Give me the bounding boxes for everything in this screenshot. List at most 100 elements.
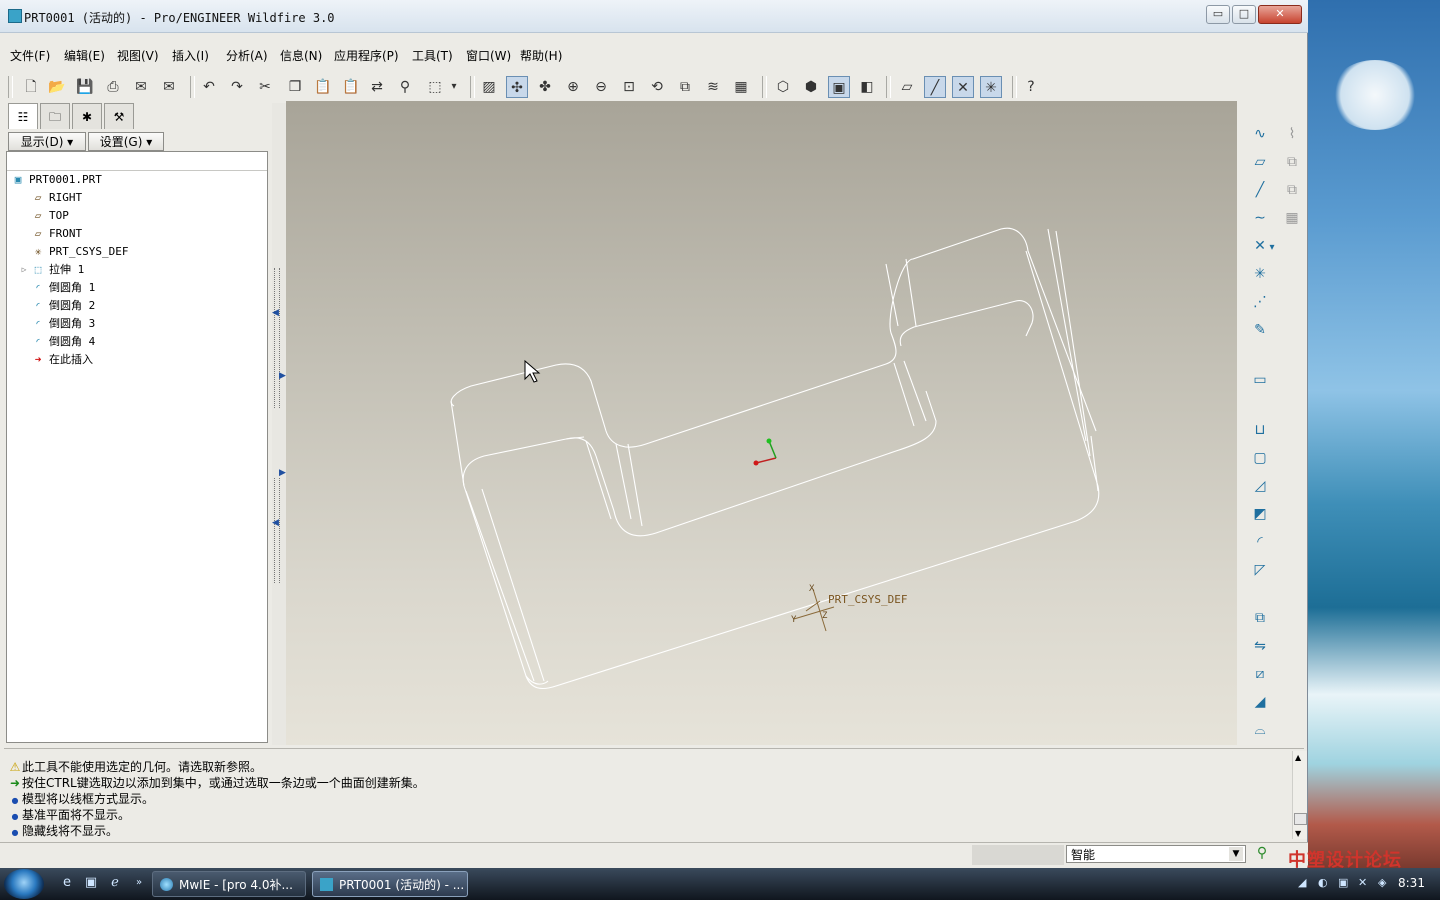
datum-curve-icon[interactable]: ∼: [1249, 207, 1271, 229]
datum-points-icon[interactable]: ✕: [952, 76, 974, 98]
trim-icon[interactable]: ◢: [1249, 691, 1271, 713]
print-icon[interactable]: ⎙: [102, 76, 124, 98]
expand-right-icon[interactable]: ▶: [279, 371, 286, 381]
datum-axis-tool-icon[interactable]: ╱: [1249, 179, 1271, 201]
menu-item-1[interactable]: 编辑(E): [64, 47, 105, 64]
view-manager-icon[interactable]: ▦: [730, 76, 752, 98]
shell-icon[interactable]: ▢: [1249, 447, 1271, 469]
minimize-button[interactable]: ▭: [1206, 5, 1230, 24]
redo-icon[interactable]: ↷: [226, 76, 248, 98]
menu-item-6[interactable]: 应用程序(P): [334, 47, 399, 64]
taskbar-button[interactable]: PRT0001 (活动的) - ...: [312, 871, 468, 897]
traffic-light-icon[interactable]: ⚲: [1254, 845, 1270, 865]
close-button[interactable]: ✕: [1258, 5, 1302, 24]
tree-item[interactable]: ✳ PRT_CSYS_DEF: [7, 243, 267, 261]
graphics-window[interactable]: X Y Z PRT_CSYS_DEF: [286, 101, 1237, 745]
cut-icon[interactable]: ✂: [254, 76, 276, 98]
mirror-icon[interactable]: ⇋: [1249, 635, 1271, 657]
show-desktop-icon[interactable]: ▣: [82, 874, 100, 892]
email-link-icon[interactable]: ✉: [158, 76, 180, 98]
grey-tool-1[interactable]: ⌇: [1281, 123, 1303, 145]
collapse-left-icon[interactable]: ◀: [272, 518, 279, 528]
scroll-down-icon[interactable]: ▼: [1295, 829, 1301, 838]
refit-icon[interactable]: ⊡: [618, 76, 640, 98]
zoom-out-icon[interactable]: ⊖: [590, 76, 612, 98]
quicklaunch-more-icon[interactable]: »: [130, 874, 148, 892]
tray-close-icon[interactable]: ✕: [1358, 876, 1367, 889]
tray-shield-icon[interactable]: ◈: [1378, 876, 1386, 889]
ie-icon[interactable]: e: [58, 874, 76, 892]
chamfer-icon[interactable]: ◸: [1249, 559, 1271, 581]
tab-favorites[interactable]: ✱: [72, 103, 102, 129]
tree-item[interactable]: ▣ PRT0001.PRT: [7, 171, 267, 189]
menu-item-2[interactable]: 视图(V): [117, 47, 159, 64]
tab-connections[interactable]: ⚒: [104, 103, 134, 129]
open-icon[interactable]: 📂: [46, 76, 68, 98]
new-file-icon[interactable]: 🗋: [20, 76, 42, 98]
note-icon[interactable]: ▭: [1249, 369, 1271, 391]
no-hidden-icon[interactable]: ▣: [828, 76, 850, 98]
tree-item[interactable]: ◜ 倒圆角 3: [7, 315, 267, 333]
sketcher-icon[interactable]: ✎: [1249, 319, 1271, 341]
find-icon[interactable]: ⚲: [394, 76, 416, 98]
datum-plane-tool-icon[interactable]: ▱: [1249, 151, 1271, 173]
reorient-icon[interactable]: ⟲: [646, 76, 668, 98]
paste-icon[interactable]: 📋: [312, 76, 334, 98]
chevron-down-icon[interactable]: ▼: [1229, 847, 1243, 861]
spin-center-icon[interactable]: ✣: [506, 76, 528, 98]
dropdown-icon[interactable]: ▾: [1267, 237, 1277, 259]
hole-icon[interactable]: ⊔: [1249, 419, 1271, 441]
analysis-icon[interactable]: ⋰: [1249, 291, 1271, 313]
tray-volume-icon[interactable]: ◐: [1318, 876, 1328, 889]
shaded-icon[interactable]: ◧: [856, 76, 878, 98]
whats-this-icon[interactable]: ?: [1020, 76, 1042, 98]
grey-tool-2[interactable]: ⧉: [1281, 151, 1303, 173]
paste-special-icon[interactable]: 📋: [340, 76, 362, 98]
copy-tool-icon[interactable]: ⧉: [1249, 607, 1271, 629]
tab-folder-browser[interactable]: 🗀: [40, 103, 70, 129]
zoom-in-icon[interactable]: ⊕: [562, 76, 584, 98]
copy-icon[interactable]: ❐: [284, 76, 306, 98]
menu-item-4[interactable]: 分析(A): [226, 47, 268, 64]
email-icon[interactable]: ✉: [130, 76, 152, 98]
tree-item[interactable]: ▱ RIGHT: [7, 189, 267, 207]
wireframe-icon[interactable]: ⬡: [772, 76, 794, 98]
menu-item-3[interactable]: 插入(I): [172, 47, 209, 64]
start-button[interactable]: [4, 869, 44, 899]
tree-item[interactable]: ◜ 倒圆角 2: [7, 297, 267, 315]
regenerate-icon[interactable]: ⇄: [366, 76, 388, 98]
select-box-icon[interactable]: ⬚: [424, 76, 446, 98]
expand-right-icon[interactable]: ▶: [279, 468, 286, 478]
tree-item[interactable]: ◜ 倒圆角 1: [7, 279, 267, 297]
show-dropdown[interactable]: 显示(D) ▾: [8, 132, 86, 151]
menu-item-7[interactable]: 工具(T): [412, 47, 453, 64]
collapse-left-icon[interactable]: ◀: [272, 308, 279, 318]
solidify-icon[interactable]: ⌓: [1249, 719, 1271, 741]
layers-icon[interactable]: ≋: [702, 76, 724, 98]
menu-item-8[interactable]: 窗口(W): [466, 47, 511, 64]
tree-item[interactable]: ▷ ⬚ 拉伸 1: [7, 261, 267, 279]
orient-mode-icon[interactable]: ✤: [534, 76, 556, 98]
ie-quicklaunch-icon[interactable]: ℯ: [106, 874, 124, 892]
scroll-thumb[interactable]: [1294, 813, 1307, 825]
selection-filter[interactable]: 智能 ▼: [1066, 845, 1246, 863]
grey-tool-4[interactable]: ▦: [1281, 207, 1303, 229]
undo-icon[interactable]: ↶: [198, 76, 220, 98]
menu-item-9[interactable]: 帮助(H): [520, 47, 562, 64]
settings-dropdown[interactable]: 设置(G) ▾: [88, 132, 164, 151]
merge-icon[interactable]: ⧄: [1249, 663, 1271, 685]
scroll-up-icon[interactable]: ▲: [1295, 753, 1301, 762]
datum-planes-icon[interactable]: ▱: [896, 76, 918, 98]
draft-icon[interactable]: ◩: [1249, 503, 1271, 525]
csys-tool-icon[interactable]: ✳: [1249, 263, 1271, 285]
saved-views-icon[interactable]: ⧉: [674, 76, 696, 98]
repaint-icon[interactable]: ▨: [478, 76, 500, 98]
dropdown-icon[interactable]: ▾: [448, 76, 460, 98]
tab-model-tree[interactable]: ☷: [8, 103, 38, 129]
taskbar-button[interactable]: MwIE - [pro 4.0补...: [152, 871, 306, 897]
panel-splitter[interactable]: ◀ ▶ ▶ ◀: [272, 103, 286, 745]
tree-item[interactable]: ▱ TOP: [7, 207, 267, 225]
hidden-line-icon[interactable]: ⬢: [800, 76, 822, 98]
maximize-button[interactable]: □: [1232, 5, 1256, 24]
sketch-curve-icon[interactable]: ∿: [1249, 123, 1271, 145]
